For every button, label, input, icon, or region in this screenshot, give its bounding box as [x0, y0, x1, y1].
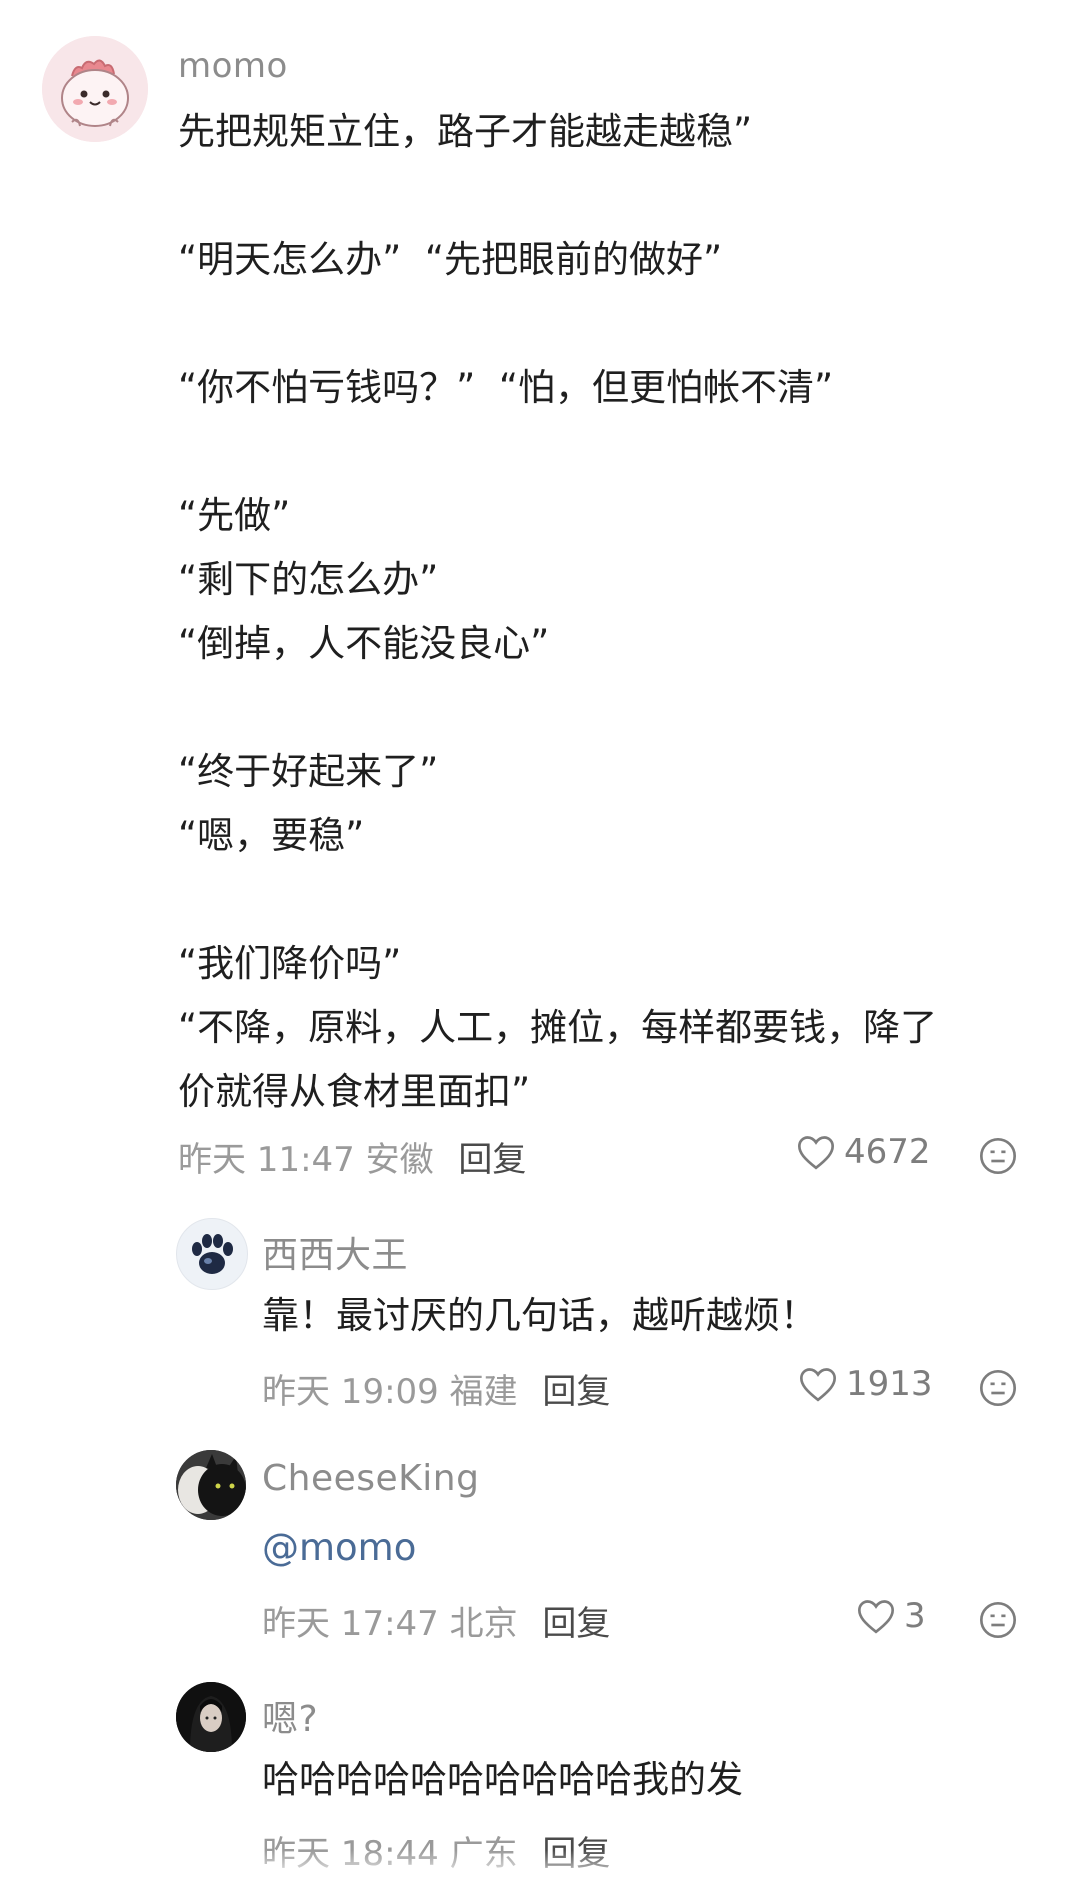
reply-button[interactable]: 回复: [458, 1140, 526, 1180]
comment-time: 昨天 19:09: [262, 1372, 439, 1412]
like-count: 3: [904, 1596, 926, 1636]
comment-time: 昨天 11:47: [178, 1140, 355, 1180]
emoji-reaction-icon[interactable]: [978, 1136, 1018, 1176]
comment-line: “嗯，要稳”: [178, 814, 365, 857]
comment-username[interactable]: CheeseKing: [262, 1458, 479, 1499]
comment-time: 昨天 17:47: [262, 1604, 439, 1644]
comment-location: 福建: [449, 1372, 518, 1412]
heart-icon: [797, 1136, 835, 1170]
comment-line: 先把规矩立住，路子才能越走越稳”: [178, 110, 753, 153]
emoji-reaction-icon[interactable]: [978, 1600, 1018, 1640]
comment-line: “不降，原料，人工，摊位，每样都要钱，降了: [178, 1006, 938, 1049]
comment-line: [178, 868, 1058, 932]
like-button[interactable]: 1913: [798, 1364, 933, 1404]
comment-meta: 昨天 19:09 福建 回复: [262, 1364, 610, 1413]
comment-username[interactable]: 西西大王: [262, 1226, 408, 1278]
comment-line: “终于好起来了”: [178, 750, 439, 793]
comment-line: [178, 420, 1058, 484]
comment-line: “先做”: [178, 494, 291, 537]
comment-line: “我们降价吗”: [178, 942, 402, 985]
mention-link[interactable]: @momo: [262, 1516, 416, 1580]
comment-line: 价就得从食材里面扣”: [178, 1070, 531, 1113]
like-button[interactable]: 3: [856, 1596, 926, 1636]
comment-line: [178, 292, 1058, 356]
comment-body: 靠！最讨厌的几句话，越听越烦！: [262, 1294, 817, 1337]
person-avatar-icon[interactable]: [176, 1682, 246, 1752]
reply-button[interactable]: 回复: [542, 1604, 610, 1644]
heart-icon: [799, 1368, 837, 1402]
heart-icon: [857, 1600, 895, 1634]
comment-body: 哈哈哈哈哈哈哈哈哈哈我的发: [262, 1758, 743, 1801]
cat-avatar-icon[interactable]: [176, 1450, 246, 1520]
comment-line: “剩下的怎么办”: [178, 558, 439, 601]
comment-location: 北京: [449, 1604, 518, 1644]
comment-line: [178, 676, 1058, 740]
comment-username[interactable]: momo: [178, 46, 288, 86]
dinosaur-avatar-icon[interactable]: [42, 36, 148, 142]
like-button[interactable]: 4672: [796, 1132, 931, 1172]
emoji-reaction-icon[interactable]: [978, 1368, 1018, 1408]
comment-line: “你不怕亏钱吗？” “怕，但更怕帐不清”: [178, 366, 834, 409]
comment-meta: 昨天 17:47 北京 回复: [262, 1596, 610, 1645]
comment-line: “倒掉，人不能没良心”: [178, 622, 550, 665]
comment-body: 先把规矩立住，路子才能越走越稳” “明天怎么办” “先把眼前的做好” “你不怕亏…: [178, 100, 1058, 1124]
comment-line: “明天怎么办” “先把眼前的做好”: [178, 238, 723, 281]
comment-username[interactable]: 嗯?: [262, 1690, 318, 1742]
comment-line: [178, 164, 1058, 228]
reply-button[interactable]: 回复: [542, 1372, 610, 1412]
comment-location: 安徽: [365, 1140, 434, 1180]
comment-meta: 昨天 11:47 安徽 回复: [178, 1132, 526, 1181]
bottom-fade: [0, 1850, 1080, 1884]
paw-avatar-icon[interactable]: [176, 1218, 248, 1290]
like-count: 4672: [844, 1132, 931, 1172]
like-count: 1913: [846, 1364, 933, 1404]
